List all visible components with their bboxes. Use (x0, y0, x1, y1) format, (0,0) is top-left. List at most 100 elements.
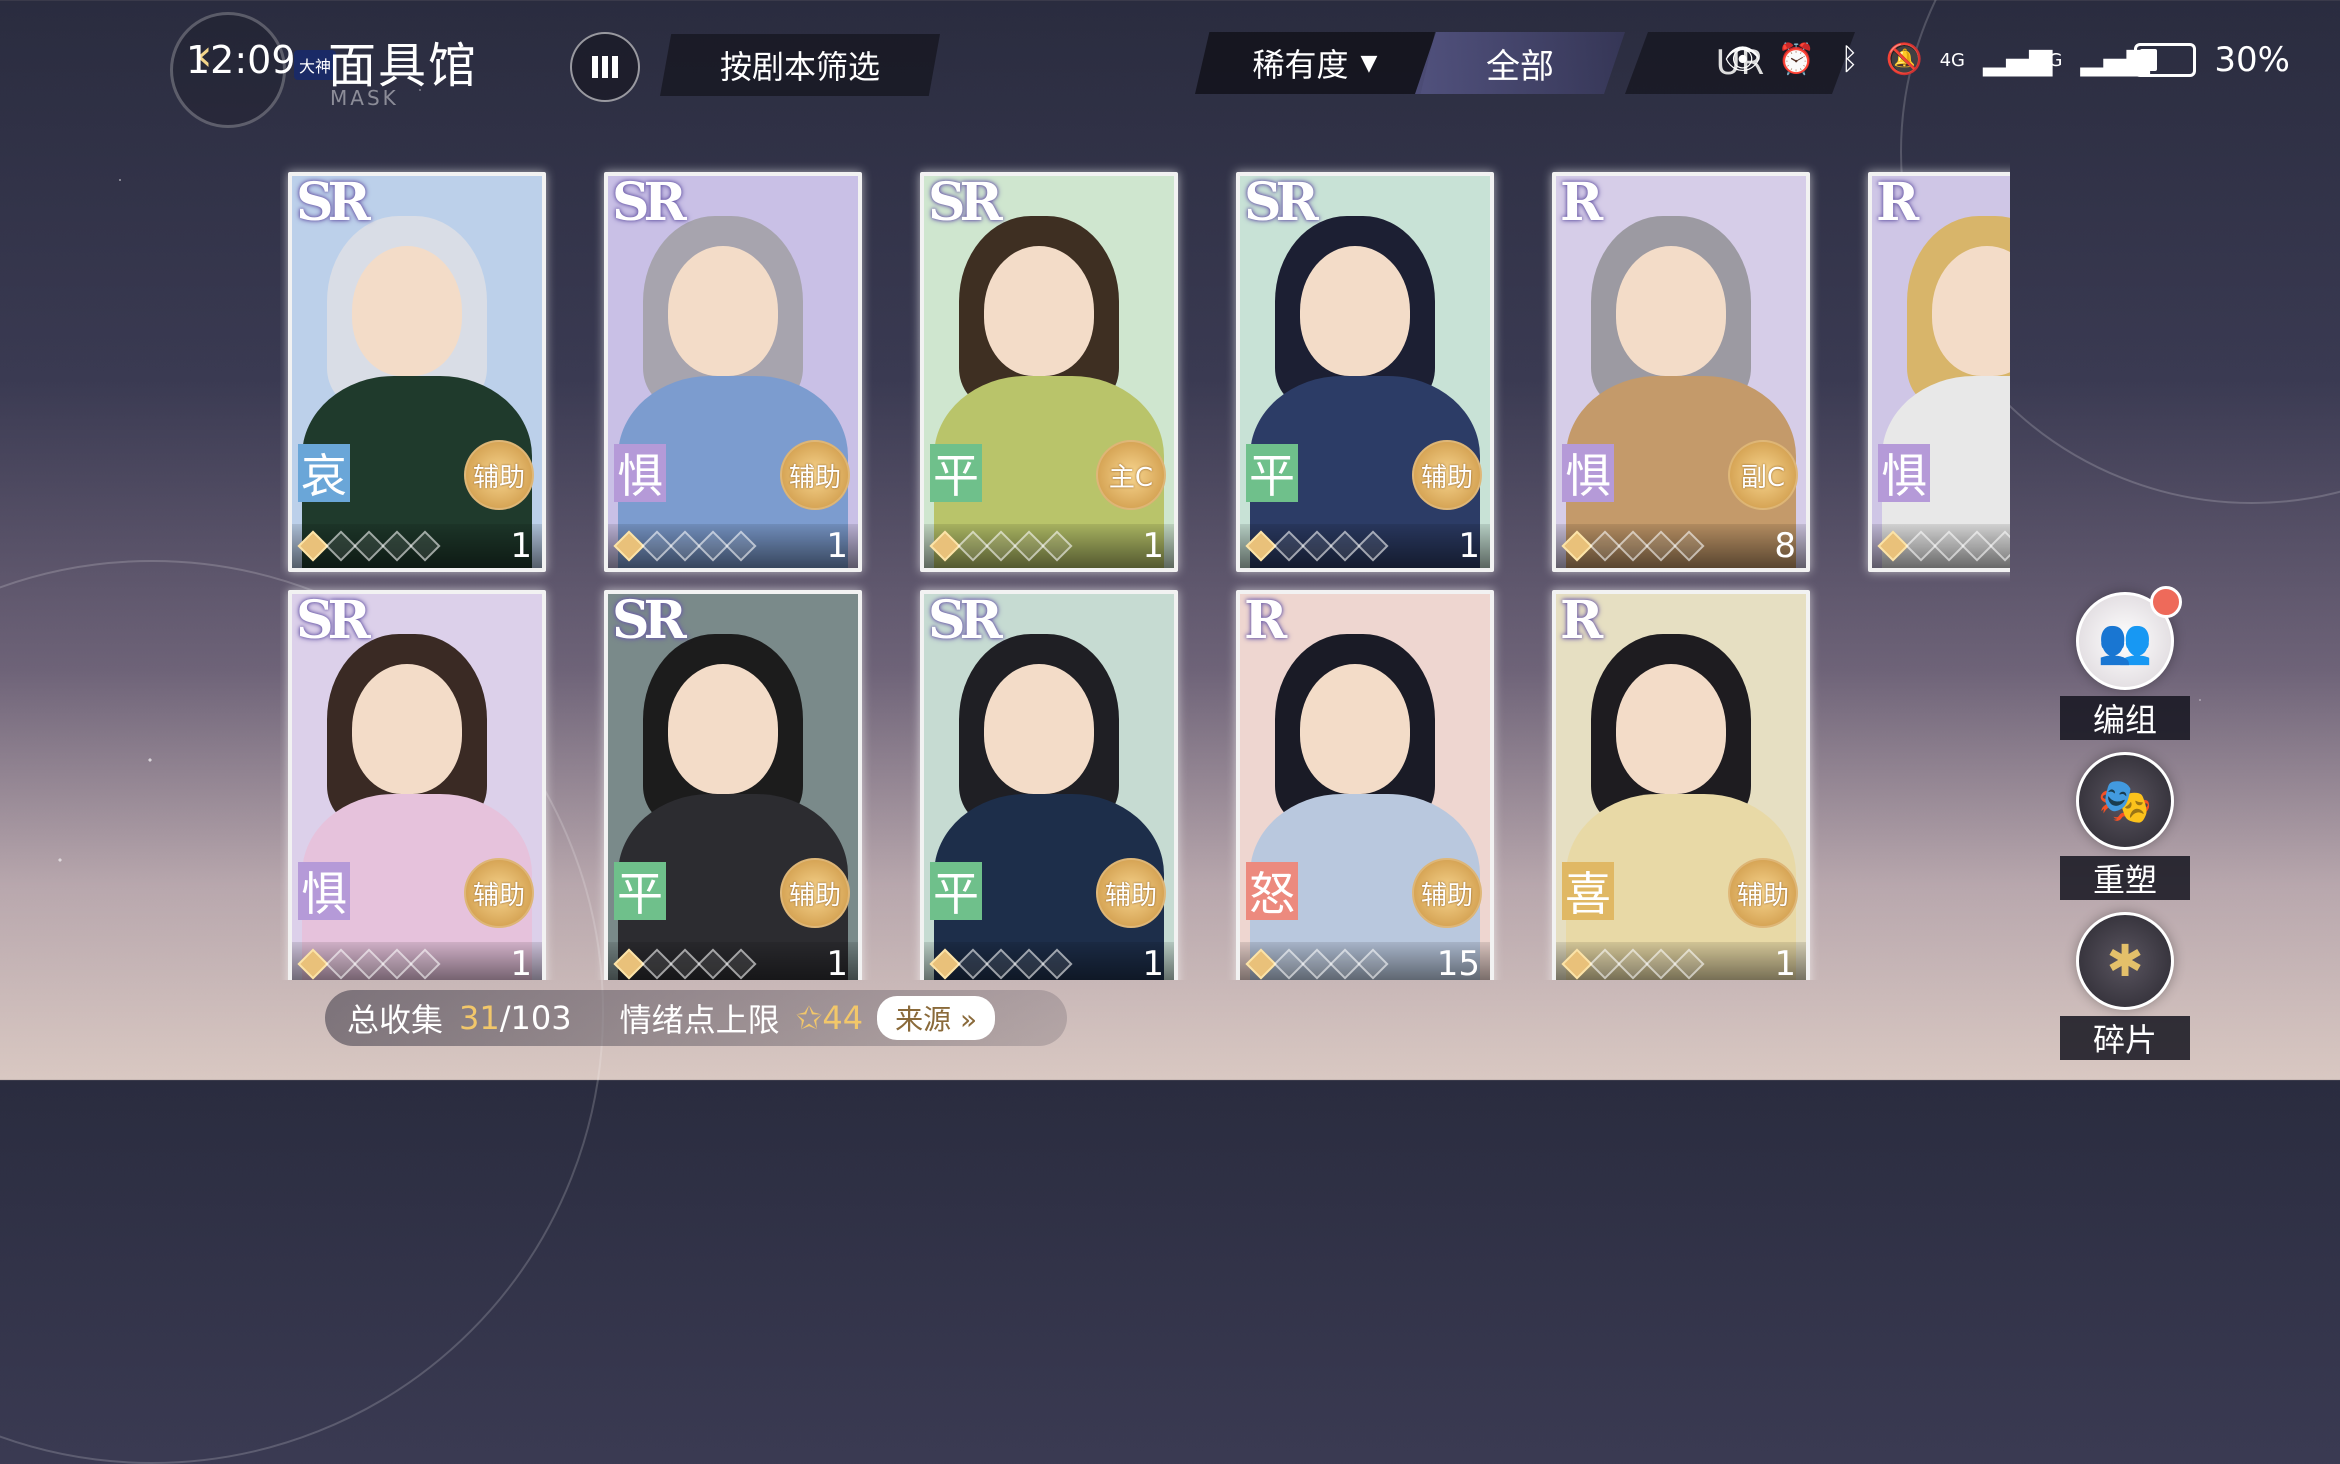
rarity-badge: R (1560, 590, 1603, 651)
eye-icon: 👁 (1723, 42, 1762, 77)
rarity-badge: R (1244, 590, 1287, 651)
star-level (292, 942, 542, 980)
star-level (1240, 524, 1490, 568)
card-count: 1 (1458, 526, 1480, 566)
fragment-label: 碎片 (2060, 1016, 2190, 1060)
menu-icon (592, 56, 618, 78)
mask-card[interactable]: SR 惧 辅助 1 (604, 172, 862, 572)
role-badge: 辅助 (464, 440, 534, 510)
role-badge: 辅助 (464, 858, 534, 928)
collect-label: 总收集 (347, 1001, 444, 1039)
star-level (1556, 942, 1806, 980)
puzzle-icon: ✱ (2076, 912, 2174, 1010)
reshape-icon: 🎭 (2076, 752, 2174, 850)
card-count: 15 (1436, 944, 1480, 980)
rarity-badge: R (1876, 172, 1919, 233)
mask-card[interactable]: R 惧 (1868, 172, 2010, 572)
source-button[interactable]: 来源 » (877, 996, 996, 1040)
role-badge: 辅助 (780, 858, 850, 928)
rarity-badge: SR (296, 172, 371, 233)
rarity-badge: SR (612, 172, 687, 233)
mask-card[interactable]: R 惧 副C 8 (1552, 172, 1810, 572)
reshape-button[interactable]: 🎭 重塑 (2060, 752, 2190, 900)
emotion-badge: 平 (614, 862, 666, 921)
emotion-badge: 平 (930, 444, 982, 503)
rarity-dropdown[interactable]: 稀有度 ▼ (1195, 32, 1435, 94)
chevron-down-icon: ▼ (1360, 50, 1378, 76)
menu-button[interactable] (570, 32, 640, 102)
team-button[interactable]: 👥 编组 (2060, 586, 2190, 740)
rarity-badge: SR (928, 590, 1003, 651)
rarity-dropdown-label: 稀有度 (1252, 46, 1349, 84)
mute-icon: 🔕 (1885, 42, 1923, 77)
role-badge: 副C (1728, 440, 1798, 510)
star-icon: ✩ (795, 999, 823, 1037)
card-count: 1 (1142, 944, 1164, 980)
star-level (1872, 524, 2010, 568)
rarity-badge: SR (296, 590, 371, 651)
rarity-badge: R (1560, 172, 1603, 233)
role-badge: 辅助 (1728, 858, 1798, 928)
rarity-badge: SR (1244, 172, 1319, 233)
star-level (924, 524, 1174, 568)
mask-card[interactable]: SR 哀 辅助 1 (288, 172, 546, 572)
emotion-badge: 惧 (1562, 444, 1614, 503)
network-label-1: 4G (1939, 49, 1966, 71)
card-count: 1 (826, 526, 848, 566)
rarity-badge: SR (612, 590, 687, 651)
card-count: 1 (510, 944, 532, 980)
role-badge: 辅助 (1412, 440, 1482, 510)
network-label-2: 4G (2037, 49, 2063, 71)
collect-count: 31 (459, 999, 500, 1037)
role-badge: 辅助 (1096, 858, 1166, 928)
emotion-badge: 惧 (298, 862, 350, 921)
mask-card[interactable]: SR 平 辅助 1 (604, 590, 862, 980)
emotion-badge: 哀 (298, 444, 350, 503)
collect-total: /103 (499, 999, 572, 1037)
star-level (608, 524, 858, 568)
role-badge: 主C (1096, 440, 1166, 510)
alarm-icon: ⏰ (1777, 42, 1815, 77)
reshape-label: 重塑 (2060, 856, 2190, 900)
bluetooth-icon: ᛒ (1840, 42, 1859, 77)
script-filter-button[interactable]: 按剧本筛选 (660, 34, 940, 96)
mask-card[interactable]: SR 惧 辅助 1 (288, 590, 546, 980)
emotion-badge: 惧 (614, 444, 666, 503)
emotion-badge: 平 (1246, 444, 1298, 503)
role-badge: 辅助 (1412, 858, 1482, 928)
signal-icon: ▂▄▆ (2080, 42, 2150, 77)
emotion-limit-label: 情绪点上限 (619, 1001, 780, 1039)
star-level (292, 524, 542, 568)
emotion-limit-value: 44 (822, 999, 864, 1037)
card-count: 1 (510, 526, 532, 566)
mask-card[interactable]: R 怒 辅助 15 (1236, 590, 1494, 980)
mask-card-grid: SR 哀 辅助 1 SR 惧 辅助 1 SR 平 主C 1 SR 平 辅助 1 … (280, 160, 2010, 980)
status-icons: 👁 ⏰ ᛒ 🔕 4G ▂▄▆ 4G ▂▄▆ 30% (1724, 40, 2290, 80)
rarity-badge: SR (928, 172, 1003, 233)
team-label: 编组 (2060, 696, 2190, 740)
card-count: 8 (1774, 526, 1796, 566)
emotion-badge: 平 (930, 862, 982, 921)
mask-card[interactable]: R 喜 辅助 1 (1552, 590, 1810, 980)
script-filter-label: 按剧本筛选 (719, 48, 880, 86)
page-subtitle: MASK (330, 86, 399, 110)
mask-card[interactable]: SR 平 主C 1 (920, 172, 1178, 572)
emotion-badge: 惧 (1878, 444, 1930, 503)
card-count: 1 (1774, 944, 1796, 980)
mask-card[interactable]: SR 平 辅助 1 (1236, 172, 1494, 572)
collection-bar: 总收集 31 /103 情绪点上限 ✩ 44 来源 » (325, 990, 1067, 1046)
status-time: 12:09 (186, 38, 296, 82)
tab-all[interactable]: 全部 (1415, 32, 1625, 94)
notification-dot (2150, 586, 2182, 618)
star-level (924, 942, 1174, 980)
card-count: 1 (826, 944, 848, 980)
star-level (608, 942, 858, 980)
signal-icon: ▂▄▆ (1983, 42, 2053, 77)
character-portrait (1872, 176, 2010, 568)
star-level (1556, 524, 1806, 568)
mask-card[interactable]: SR 平 辅助 1 (920, 590, 1178, 980)
tab-all-label: 全部 (1486, 46, 1554, 87)
role-badge: 辅助 (780, 440, 850, 510)
emotion-badge: 怒 (1246, 862, 1298, 921)
fragment-button[interactable]: ✱ 碎片 (2060, 912, 2190, 1060)
